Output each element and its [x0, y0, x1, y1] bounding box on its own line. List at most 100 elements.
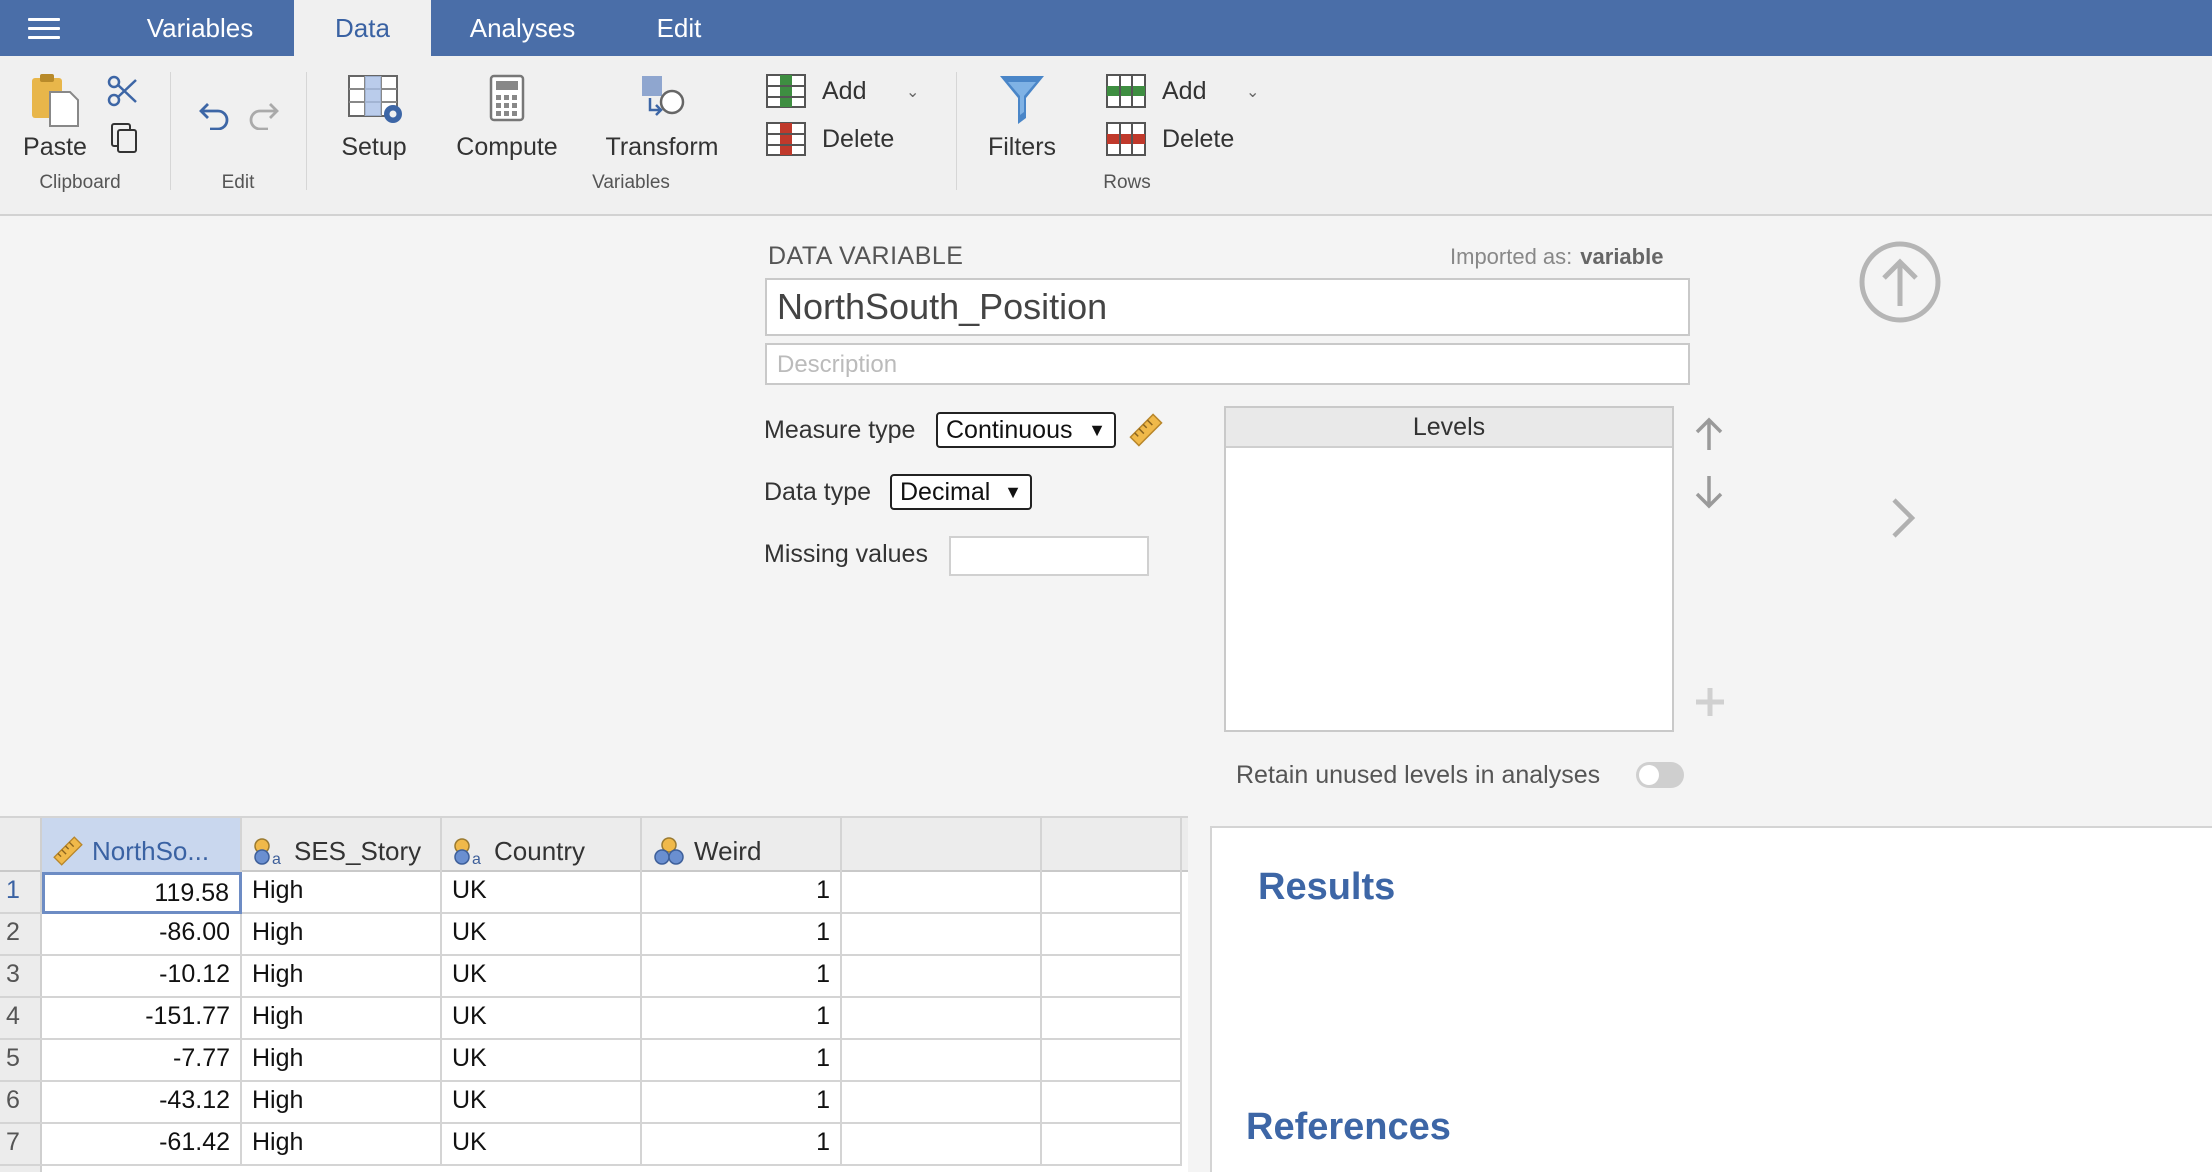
- references-heading[interactable]: References: [1246, 1106, 1451, 1149]
- svg-text:a: a: [472, 851, 481, 866]
- ruler-icon: [1129, 413, 1163, 447]
- retain-unused-levels-toggle[interactable]: [1636, 762, 1684, 788]
- table-cell[interactable]: [1042, 956, 1182, 998]
- row-number[interactable]: 1: [6, 876, 20, 905]
- column-header-empty[interactable]: [1042, 818, 1182, 872]
- next-variable-icon[interactable]: [1888, 496, 1918, 540]
- description-field[interactable]: Description: [765, 343, 1690, 385]
- table-cell[interactable]: [1042, 872, 1182, 914]
- table-cell[interactable]: [842, 998, 1042, 1040]
- table-cell[interactable]: UK: [442, 998, 642, 1040]
- delete-column-icon: [766, 122, 806, 156]
- table-cell[interactable]: High: [242, 998, 442, 1040]
- table-cell[interactable]: [842, 1124, 1042, 1166]
- table-cell[interactable]: [1042, 1082, 1182, 1124]
- hamburger-menu-icon[interactable]: [28, 18, 60, 40]
- table-cell[interactable]: UK: [442, 914, 642, 956]
- redo-icon[interactable]: [246, 96, 280, 130]
- column-header-empty[interactable]: [842, 818, 1042, 872]
- nominal-text-icon: a: [254, 838, 281, 866]
- table-cell[interactable]: [842, 914, 1042, 956]
- table-cell[interactable]: UK: [442, 956, 642, 998]
- row-number[interactable]: 3: [6, 960, 20, 989]
- row-number[interactable]: 2: [6, 918, 20, 947]
- table-cell[interactable]: 1: [642, 872, 842, 914]
- measure-type-select[interactable]: Continuous ▼: [936, 412, 1116, 448]
- table-cell[interactable]: -86.00: [42, 914, 242, 956]
- table-cell[interactable]: [842, 872, 1042, 914]
- table-cell[interactable]: 1: [642, 914, 842, 956]
- tab-analyses[interactable]: Analyses: [431, 0, 614, 56]
- transform-button[interactable]: Transform: [596, 72, 728, 162]
- table-cell[interactable]: [842, 1040, 1042, 1082]
- compute-button[interactable]: Compute: [448, 72, 566, 162]
- table-cell[interactable]: UK: [442, 1124, 642, 1166]
- data-type-label: Data type: [764, 478, 872, 506]
- table-cell[interactable]: High: [242, 914, 442, 956]
- table-cell[interactable]: 1: [642, 956, 842, 998]
- table-cell[interactable]: [1042, 914, 1182, 956]
- table-cell[interactable]: [842, 1082, 1042, 1124]
- column-header-northsouth[interactable]: NorthSo...: [42, 818, 242, 872]
- ribbon-divider: [956, 72, 957, 190]
- collapse-up-icon[interactable]: [1858, 240, 1942, 324]
- arrow-down-icon[interactable]: [1692, 472, 1726, 512]
- chevron-down-icon[interactable]: ⌄: [1246, 82, 1259, 102]
- copy-icon[interactable]: [110, 122, 140, 156]
- variable-name-field[interactable]: NorthSouth_Position: [765, 278, 1690, 336]
- cut-icon[interactable]: [106, 74, 140, 108]
- data-type-select[interactable]: Decimal ▼: [890, 474, 1032, 510]
- delete-row-button[interactable]: Delete: [1106, 122, 1234, 156]
- column-header-weird[interactable]: Weird: [642, 818, 842, 872]
- table-cell[interactable]: High: [242, 1124, 442, 1166]
- table-cell[interactable]: UK: [442, 1082, 642, 1124]
- results-panel: Results References: [1210, 826, 2212, 1172]
- table-cell[interactable]: 1: [642, 1082, 842, 1124]
- row-number[interactable]: 4: [6, 1002, 20, 1031]
- row-number[interactable]: 5: [6, 1044, 20, 1073]
- column-header-country[interactable]: a Country: [442, 818, 642, 872]
- tab-edit[interactable]: Edit: [614, 0, 744, 56]
- table-cell[interactable]: -151.77: [42, 998, 242, 1040]
- table-cell[interactable]: 1: [642, 1040, 842, 1082]
- tab-variables[interactable]: Variables: [110, 0, 290, 56]
- column-header-ses-story[interactable]: a SES_Story: [242, 818, 442, 872]
- table-cell[interactable]: UK: [442, 1040, 642, 1082]
- filters-button[interactable]: Filters: [974, 72, 1070, 162]
- missing-values-input[interactable]: [949, 536, 1149, 576]
- add-level-icon[interactable]: [1694, 686, 1726, 718]
- table-cell[interactable]: High: [242, 1082, 442, 1124]
- table-cell[interactable]: 119.58: [42, 872, 242, 914]
- table-cell[interactable]: 1: [642, 1124, 842, 1166]
- retain-unused-levels-label: Retain unused levels in analyses: [1236, 761, 1601, 789]
- data-type-value: Decimal: [900, 477, 991, 506]
- chevron-down-icon[interactable]: ⌄: [906, 82, 919, 102]
- setup-label: Setup: [341, 133, 407, 161]
- table-cell[interactable]: [1042, 1124, 1182, 1166]
- table-cell[interactable]: [842, 956, 1042, 998]
- table-row: 4 -151.77 High UK 1: [0, 998, 1182, 1040]
- arrow-up-icon[interactable]: [1692, 414, 1726, 454]
- table-cell[interactable]: [1042, 1040, 1182, 1082]
- table-cell[interactable]: High: [242, 1040, 442, 1082]
- table-cell[interactable]: High: [242, 872, 442, 914]
- row-number[interactable]: 7: [6, 1128, 20, 1157]
- paste-button[interactable]: Paste: [16, 72, 94, 162]
- table-cell[interactable]: UK: [442, 872, 642, 914]
- table-cell[interactable]: -10.12: [42, 956, 242, 998]
- table-cell[interactable]: -7.77: [42, 1040, 242, 1082]
- table-cell[interactable]: 1: [642, 998, 842, 1040]
- table-cell[interactable]: -43.12: [42, 1082, 242, 1124]
- delete-variable-button[interactable]: Delete: [766, 122, 894, 156]
- table-cell[interactable]: [1042, 998, 1182, 1040]
- add-variable-button[interactable]: Add: [766, 74, 866, 108]
- row-number[interactable]: 6: [6, 1086, 20, 1115]
- add-row-button[interactable]: Add: [1106, 74, 1206, 108]
- undo-icon[interactable]: [198, 96, 232, 130]
- levels-panel[interactable]: Levels: [1224, 406, 1674, 732]
- panel-splitter[interactable]: [1188, 816, 1210, 1172]
- table-cell[interactable]: -61.42: [42, 1124, 242, 1166]
- tab-data[interactable]: Data: [294, 0, 431, 56]
- setup-button[interactable]: Setup: [326, 72, 422, 162]
- table-cell[interactable]: High: [242, 956, 442, 998]
